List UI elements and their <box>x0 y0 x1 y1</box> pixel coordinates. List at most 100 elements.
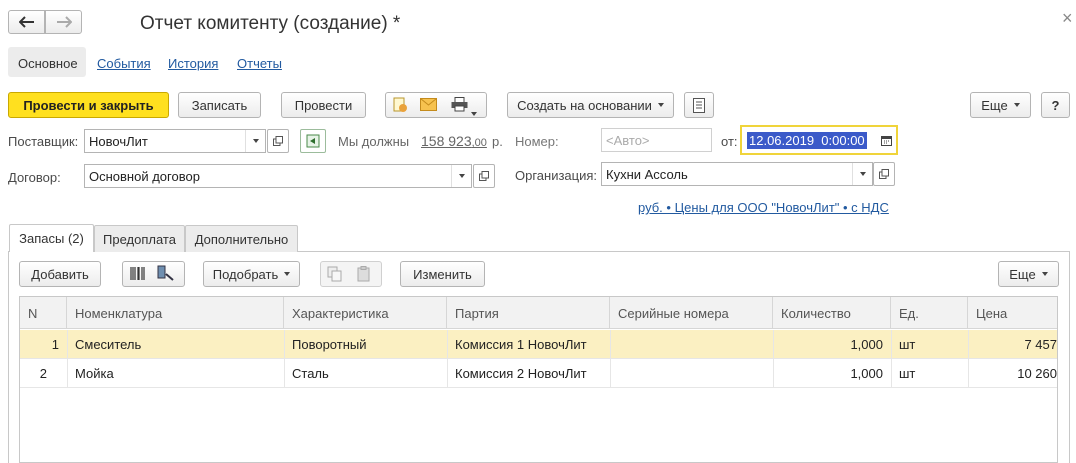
tab-additional[interactable]: Дополнительно <box>185 225 298 252</box>
create-based-on-button[interactable]: Создать на основании <box>507 92 674 118</box>
chevron-down-icon <box>1041 272 1048 276</box>
organization-dropdown[interactable] <box>852 163 872 185</box>
open-icon <box>273 136 283 146</box>
contract-open-button[interactable] <box>473 164 495 188</box>
owe-amount-link[interactable]: 158 923,00 <box>421 133 487 149</box>
print-dropdown-icon[interactable] <box>471 104 477 119</box>
save-button[interactable]: Записать <box>178 92 261 118</box>
price-settings-link[interactable]: руб. • Цены для ООО "НовочЛит" • с НДС <box>638 200 889 215</box>
copy-icon[interactable] <box>327 266 343 285</box>
row-batch: Комиссия 1 НовочЛит <box>455 337 587 352</box>
tab-events[interactable]: События <box>97 56 151 71</box>
row-quantity: 1,000 <box>850 337 883 352</box>
row-batch: Комиссия 2 НовочЛит <box>455 366 587 381</box>
tab-stock[interactable]: Запасы (2) <box>9 224 94 252</box>
contract-field[interactable]: Основной договор <box>84 164 472 188</box>
organization-value: Кухни Ассоль <box>606 166 688 182</box>
more-button[interactable]: Еще <box>970 92 1031 118</box>
date-from-label: от: <box>721 134 738 149</box>
organization-open-button[interactable] <box>873 162 895 186</box>
row-quantity: 1,000 <box>850 366 883 381</box>
owe-amount: 158 923 <box>421 133 472 149</box>
refresh-icon <box>306 134 320 148</box>
stock-table[interactable]: N Номенклатура Характеристика Партия Сер… <box>19 296 1058 463</box>
contract-value: Основной договор <box>89 168 200 184</box>
col-batch[interactable]: Партия <box>447 297 610 329</box>
chevron-down-icon <box>252 139 259 143</box>
date-value: 12.06.2019 0:00:00 <box>747 132 867 149</box>
col-item[interactable]: Номенклатура <box>67 297 284 329</box>
table-row[interactable]: 2 Мойка Сталь Комиссия 2 НовочЛит 1,000 … <box>20 359 1057 388</box>
chevron-down-icon <box>1013 103 1020 107</box>
settlement-button[interactable] <box>300 129 326 153</box>
supplier-value: НовочЛит <box>89 133 148 149</box>
supplier-dropdown[interactable] <box>245 130 265 152</box>
col-price[interactable]: Цена <box>968 297 1057 329</box>
number-placeholder: <Авто> <box>606 132 650 148</box>
back-button[interactable] <box>8 10 45 34</box>
tab-prepayment[interactable]: Предоплата <box>94 225 185 252</box>
row-characteristic: Поворотный <box>292 337 367 352</box>
change-button[interactable]: Изменить <box>400 261 485 287</box>
row-unit: шт <box>899 366 916 381</box>
supplier-open-button[interactable] <box>267 129 289 153</box>
select-label: Подобрать <box>212 266 279 282</box>
select-button[interactable]: Подобрать <box>203 261 300 287</box>
organization-field[interactable]: Кухни Ассоль <box>601 162 873 186</box>
col-characteristic[interactable]: Характеристика <box>284 297 447 329</box>
number-label: Номер: <box>515 134 559 149</box>
tab-reports[interactable]: Отчеты <box>237 56 282 71</box>
create-based-on-label: Создать на основании <box>517 97 652 113</box>
help-button[interactable]: ? <box>1041 92 1070 118</box>
arrow-right-icon <box>56 16 72 28</box>
report-button[interactable] <box>684 92 714 118</box>
scanner-icon[interactable] <box>157 265 175 285</box>
row-serial <box>610 330 773 359</box>
post-button[interactable]: Провести <box>281 92 366 118</box>
number-field[interactable]: <Авто> <box>601 128 712 152</box>
owe-currency: р. <box>492 134 503 149</box>
contract-label: Договор: <box>8 170 61 185</box>
col-quantity[interactable]: Количество <box>773 297 891 329</box>
col-unit[interactable]: Ед. <box>891 297 968 329</box>
row-number: 1 <box>51 337 59 352</box>
contract-dropdown[interactable] <box>451 165 471 187</box>
chevron-down-icon <box>458 174 465 178</box>
email-icon[interactable] <box>420 98 437 114</box>
tab-main-label: Основное <box>18 56 78 71</box>
forward-button[interactable] <box>45 10 82 34</box>
add-button[interactable]: Добавить <box>19 261 101 287</box>
post-and-close-button[interactable]: Провести и закрыть <box>8 92 169 118</box>
table-header: N Номенклатура Характеристика Партия Сер… <box>20 297 1057 329</box>
paste-icon[interactable] <box>356 266 372 285</box>
barcode-icon[interactable] <box>130 266 146 284</box>
chevron-down-icon <box>859 172 866 176</box>
supplier-field[interactable]: НовочЛит <box>84 129 266 153</box>
close-icon[interactable]: × <box>1062 8 1073 29</box>
row-price: 7 457 <box>1024 337 1057 352</box>
col-serial[interactable]: Серийные номера <box>610 297 773 329</box>
tab-history[interactable]: История <box>168 56 218 71</box>
row-number: 2 <box>39 366 47 381</box>
supplier-label: Поставщик: <box>8 134 79 149</box>
calendar-icon[interactable] <box>881 134 892 149</box>
row-price: 10 260 <box>1017 366 1057 381</box>
chevron-down-icon <box>657 103 664 107</box>
row-characteristic: Сталь <box>292 366 329 381</box>
grid-more-button[interactable]: Еще <box>998 261 1059 287</box>
date-field[interactable]: 12.06.2019 0:00:00 <box>740 125 898 155</box>
document-icon[interactable] <box>392 97 408 116</box>
owe-text: Мы должны <box>338 134 410 149</box>
col-n[interactable]: N <box>20 297 67 329</box>
open-icon <box>879 169 889 179</box>
owe-cents: ,00 <box>471 137 487 149</box>
arrow-left-icon <box>18 16 34 28</box>
open-icon <box>479 171 489 181</box>
print-icon[interactable] <box>451 97 468 115</box>
row-unit: шт <box>899 337 916 352</box>
grid-more-label: Еще <box>1009 266 1036 282</box>
chevron-down-icon <box>284 272 291 276</box>
row-serial <box>610 359 773 388</box>
table-row[interactable]: 1 Смеситель Поворотный Комиссия 1 НовочЛ… <box>20 330 1057 359</box>
report-icon <box>693 97 705 113</box>
